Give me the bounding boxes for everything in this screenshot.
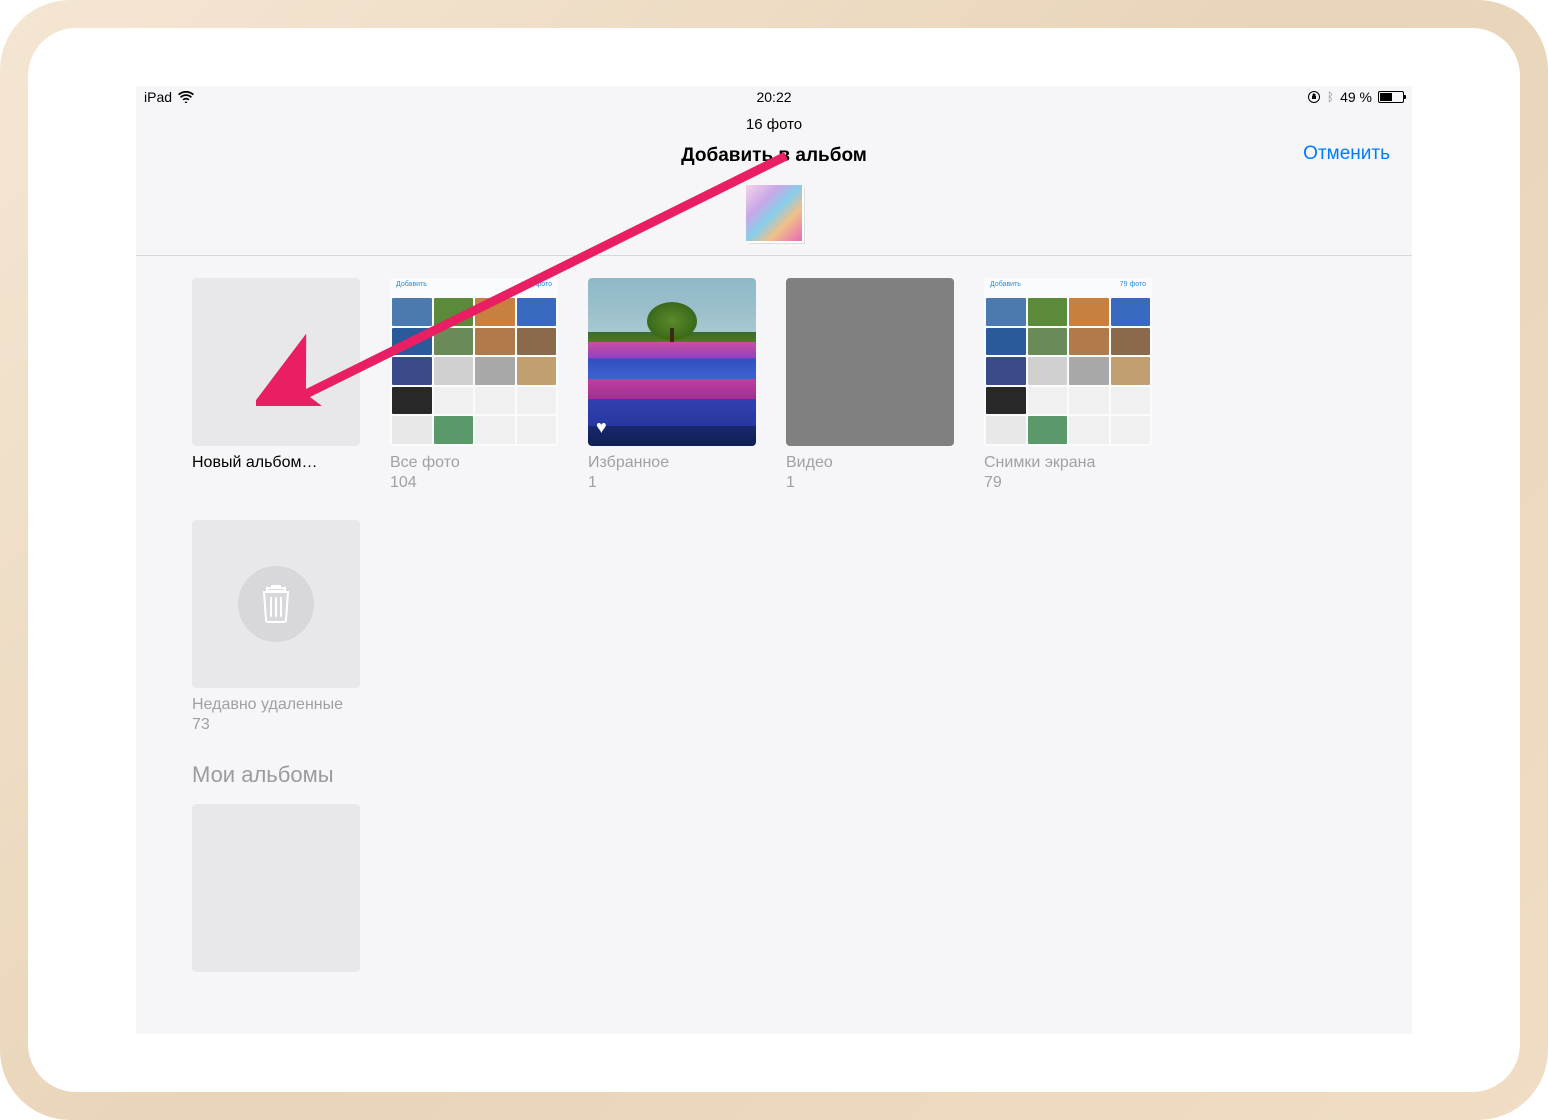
status-time: 20:22: [756, 89, 791, 105]
content-area: Новый альбом… Добавить 79 фото: [136, 256, 1412, 994]
album-count: 73: [192, 716, 360, 734]
album-tile-all[interactable]: Добавить 79 фото: [390, 278, 558, 446]
heart-icon: ♥: [596, 417, 607, 438]
selection-thumbnail: [746, 185, 802, 241]
wifi-icon: [178, 91, 194, 103]
ipad-frame: iPad 20:22 ᛒ 49 % 16 фото Добавить в аль…: [0, 0, 1548, 1120]
album-tile-favorites[interactable]: ♥: [588, 278, 756, 446]
collage-left: Добавить: [990, 281, 1021, 295]
album-all-photos[interactable]: Добавить 79 фото Все фото 104: [390, 278, 558, 492]
ipad-bezel: iPad 20:22 ᛒ 49 % 16 фото Добавить в аль…: [28, 28, 1520, 1092]
album-count: 79: [984, 474, 1152, 492]
trash-icon: [259, 584, 293, 624]
photo-count: 16 фото: [136, 108, 1412, 137]
collage-right: 79 фото: [1120, 281, 1146, 295]
album-count: 1: [588, 474, 756, 492]
battery-text: 49 %: [1340, 89, 1372, 105]
album-new[interactable]: Новый альбом…: [192, 278, 360, 492]
album-count: 104: [390, 474, 558, 492]
album-tile-deleted[interactable]: [192, 520, 360, 688]
bluetooth-icon: ᛒ: [1327, 90, 1334, 104]
status-bar: iPad 20:22 ᛒ 49 %: [136, 86, 1412, 108]
header: Добавить в альбом Отменить: [136, 137, 1412, 181]
header-title: Добавить в альбом: [136, 145, 1412, 167]
album-label: Недавно удаленные: [192, 696, 360, 714]
album-label: Новый альбом…: [192, 454, 360, 472]
album-label: Все фото: [390, 454, 558, 472]
album-tile-screenshots[interactable]: Добавить 79 фото: [984, 278, 1152, 446]
screen: iPad 20:22 ᛒ 49 % 16 фото Добавить в аль…: [136, 86, 1412, 1034]
album-count: 1: [786, 474, 954, 492]
battery-icon: [1378, 91, 1404, 103]
album-favorites[interactable]: ♥ Избранное 1: [588, 278, 756, 492]
rotation-lock-icon: [1307, 90, 1321, 104]
album-video[interactable]: Видео 1: [786, 278, 954, 492]
cancel-button[interactable]: Отменить: [1303, 143, 1390, 165]
trash-circle: [238, 566, 314, 642]
album-tile-user[interactable]: [192, 804, 360, 972]
album-tile-new[interactable]: [192, 278, 360, 446]
album-tile-video[interactable]: [786, 278, 954, 446]
album-label: Видео: [786, 454, 954, 472]
collage-left: Добавить: [396, 281, 427, 295]
album-recently-deleted[interactable]: Недавно удаленные 73: [192, 520, 360, 734]
section-my-albums: Мои альбомы: [192, 762, 1356, 788]
album-label: Снимки экрана: [984, 454, 1152, 472]
album-grid: Новый альбом… Добавить 79 фото: [192, 278, 1356, 734]
album-user[interactable]: [192, 804, 360, 972]
collage-right: 79 фото: [526, 281, 552, 295]
device-label: iPad: [144, 89, 172, 105]
album-label: Избранное: [588, 454, 756, 472]
my-albums-grid: [192, 804, 1356, 972]
album-screenshots[interactable]: Добавить 79 фото Снимки экрана 79: [984, 278, 1152, 492]
